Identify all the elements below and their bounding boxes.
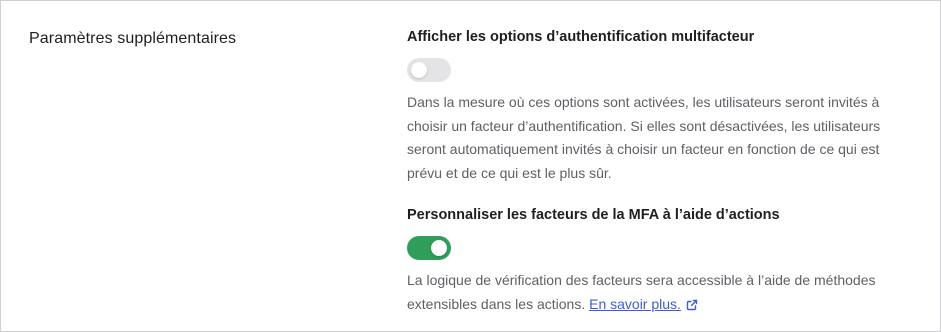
setting-label-show-mfa-options: Afficher les options d’authentification …	[407, 29, 755, 45]
setting-label-customize-mfa-factors: Personnaliser les facteurs de la MFA à l…	[407, 207, 780, 223]
settings-panel: Paramètres supplémentaires Afficher les …	[0, 0, 941, 332]
setting-description-show-mfa-options: Dans la mesure où ces options sont activ…	[407, 94, 881, 181]
setting-description-customize-mfa-factors: La logique de vérification des facteurs …	[407, 269, 917, 318]
external-link-icon	[686, 295, 698, 319]
section-title: Paramètres supplémentaires	[29, 30, 237, 47]
toggle-customize-mfa-factors[interactable]	[407, 236, 451, 260]
learn-more-link-label: En savoir plus.	[589, 295, 681, 312]
toggle-knob	[411, 62, 427, 78]
toggle-knob	[431, 240, 447, 256]
learn-more-link[interactable]: En savoir plus.	[589, 296, 698, 312]
setting-show-mfa-options: Afficher les options d’authentification …	[407, 27, 917, 185]
toggle-show-mfa-options[interactable]	[407, 58, 451, 82]
settings-column: Afficher les options d’authentification …	[407, 27, 917, 318]
setting-customize-mfa-factors: Personnaliser les facteurs de la MFA à l…	[407, 205, 917, 318]
